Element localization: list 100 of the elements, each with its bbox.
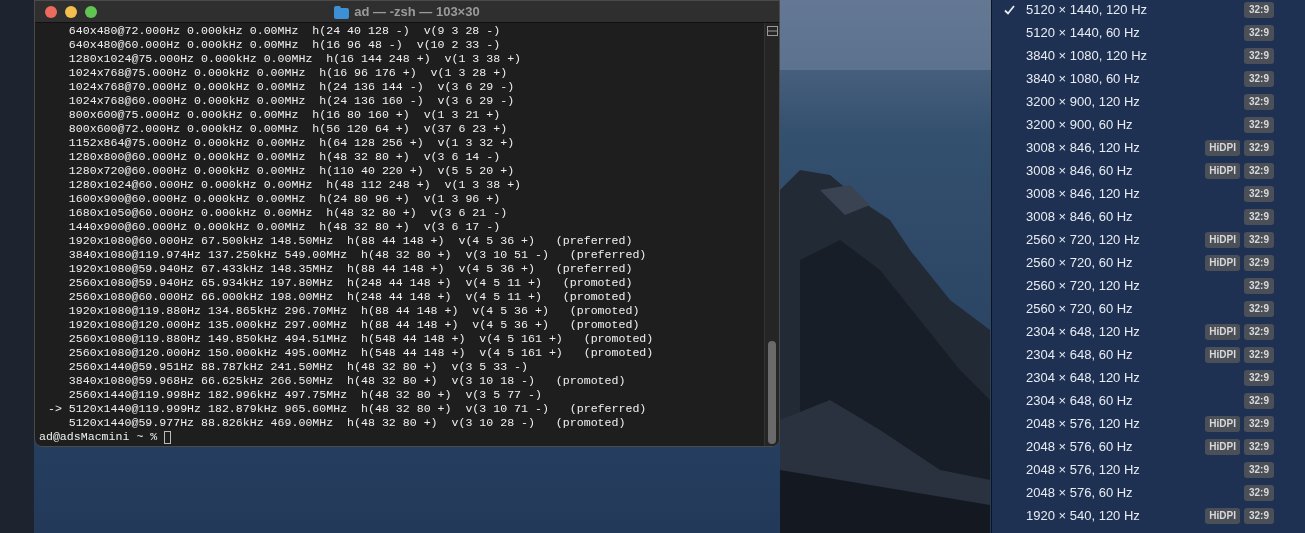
terminal-line: 800x600@72.000Hz 0.000kHz 0.00MHz h(56 120 64 +) v(37 6 23 +) [67,122,508,136]
terminal-line: 640x480@72.000Hz 0.000kHz 0.00MHz h(24 40 128 -) v(9 3 28 -) [67,24,501,38]
split-pane-icon[interactable] [767,26,778,36]
menu-item-label: 5120 × 1440, 120 Hz [1026,0,1149,19]
menu-item[interactable]: 2304 × 648, 60 Hz HiDPI 32:9 [992,343,1305,366]
terminal-line: 1600x900@60.000Hz 0.000kHz 0.00MHz h(24 80 96 +) v(1 3 96 +) [67,192,501,206]
menu-item[interactable]: 2048 × 576, 60 Hz 32:9 [992,481,1305,504]
menu-item-label: 3008 × 846, 120 Hz [1026,138,1141,157]
menu-item[interactable]: 3200 × 900, 60 Hz 32:9 [992,113,1305,136]
tag: 32:9 [1244,277,1274,294]
menu-item[interactable]: 2560 × 720, 120 Hz HiDPI 32:9 [992,228,1305,251]
tag: HiDPI [1205,254,1240,271]
window-title: ad — -zsh — 103×30 [354,3,480,22]
menu-item[interactable]: 2048 × 576, 120 Hz HiDPI 32:9 [992,412,1305,435]
menu-item[interactable]: 3840 × 1080, 60 Hz 32:9 [992,67,1305,90]
tag: HiDPI [1205,415,1240,432]
tag: 32:9 [1244,116,1274,133]
tag: HiDPI [1205,346,1240,363]
menu-item[interactable]: 3840 × 1080, 120 Hz 32:9 [992,44,1305,67]
menu-item-label: 3008 × 846, 60 Hz [1026,161,1134,180]
shell-prompt: ad@adsMacmini ~ % [39,430,158,444]
terminal-line: 2560x1080@59.940Hz 65.934kHz 197.80MHz h(248 44 148 +) v(4 5 11 +) (promoted) [67,276,633,290]
tag: 32:9 [1244,162,1274,179]
tag: HiDPI [1205,139,1240,156]
menu-item[interactable]: 2560 × 720, 60 Hz 32:9 [992,297,1305,320]
terminal-line: 2560x1440@59.951Hz 88.787kHz 241.50MHz h(48 32 80 +) v(3 5 33 -) [67,360,529,374]
tag: 32:9 [1244,185,1274,202]
minimize-button[interactable] [65,5,77,18]
menu-item[interactable]: 2304 × 648, 60 Hz 32:9 [992,389,1305,412]
terminal-line: 1920x1080@60.000Hz 67.500kHz 148.50MHz h(88 44 148 +) v(4 5 36 +) (preferred) [67,234,633,248]
menu-item[interactable]: 2560 × 720, 120 Hz 32:9 [992,274,1305,297]
tag: 32:9 [1244,438,1274,455]
menu-item[interactable]: 2048 × 576, 120 Hz 32:9 [992,458,1305,481]
menu-item-label: 3840 × 1080, 120 Hz [1026,46,1149,65]
zoom-button[interactable] [85,5,97,18]
terminal-line: 1152x864@75.000Hz 0.000kHz 0.00MHz h(64 128 256 +) v(1 3 32 +) [67,136,515,150]
tag: 32:9 [1244,208,1274,225]
tag: 32:9 [1244,392,1274,409]
terminal-line: 2560x1080@119.880Hz 149.850kHz 494.51MHz h(548 44 148 +) v(4 5 161 +) (promoted) [67,332,654,346]
tag: HiDPI [1205,507,1240,524]
menu-item-label: 2048 × 576, 120 Hz [1026,414,1141,433]
menu-item[interactable]: 3008 × 846, 120 Hz 32:9 [992,182,1305,205]
close-button[interactable] [45,5,57,18]
terminal-line: 5120x1440@59.977Hz 88.826kHz 469.00MHz h(48 32 80 +) v(3 10 28 -) (promoted) [67,416,626,430]
menu-item-label: 2048 × 576, 60 Hz [1026,483,1134,502]
menu-item[interactable]: 3008 × 846, 60 Hz 32:9 [992,205,1305,228]
tag: 32:9 [1244,369,1274,386]
scrollbar[interactable] [764,23,779,446]
menu-item-label: 2304 × 648, 120 Hz [1026,322,1141,341]
menu-item-label: 5120 × 1440, 60 Hz [1026,23,1141,42]
tag: HiDPI [1205,162,1240,179]
menu-item[interactable]: 3008 × 846, 120 Hz HiDPI 32:9 [992,136,1305,159]
tag: 32:9 [1244,507,1274,524]
tag: 32:9 [1244,231,1274,248]
menu-item[interactable]: 2304 × 648, 120 Hz 32:9 [992,366,1305,389]
menu-item[interactable]: 1920 × 540, 120 Hz HiDPI 32:9 [992,504,1305,527]
terminal-line: 3840x1080@119.974Hz 137.250kHz 549.00MHz h(48 32 80 +) v(3 10 51 -) (preferred) [67,248,647,262]
tag: 32:9 [1244,47,1274,64]
tag: 32:9 [1244,254,1274,271]
menu-item[interactable]: 2560 × 720, 60 Hz HiDPI 32:9 [992,251,1305,274]
tag: 32:9 [1244,461,1274,478]
menu-item[interactable]: 3200 × 900, 120 Hz 32:9 [992,90,1305,113]
menu-item-label: 2304 × 648, 60 Hz [1026,345,1134,364]
scroll-thumb[interactable] [768,341,776,444]
menu-item-label: 2560 × 720, 120 Hz [1026,230,1141,249]
terminal-line: 1680x1050@60.000Hz 0.000kHz 0.00MHz h(48 32 80 +) v(3 6 21 -) [67,206,508,220]
menu-item[interactable]: 5120 × 1440, 60 Hz 32:9 [992,21,1305,44]
terminal-line: 1280x720@60.000Hz 0.000kHz 0.00MHz h(110 40 220 +) v(5 5 20 +) [67,164,515,178]
terminal-line: 1920x1080@59.940Hz 67.433kHz 148.35MHz h(88 44 148 +) v(4 5 36 +) (preferred) [67,262,633,276]
terminal-line: 2560x1080@120.000Hz 150.000kHz 495.00MHz h(548 44 148 +) v(4 5 161 +) (promoted) [67,346,654,360]
menu-item-label: 2560 × 720, 60 Hz [1026,253,1134,272]
tag: 32:9 [1244,70,1274,87]
menu-item[interactable]: 3008 × 846, 60 Hz HiDPI 32:9 [992,159,1305,182]
terminal-line: 1920x1080@119.880Hz 134.865kHz 296.70MHz h(88 44 148 +) v(4 5 36 +) (promoted) [67,304,640,318]
menu-item-label: 3200 × 900, 120 Hz [1026,92,1141,111]
terminal-line: 1440x900@60.000Hz 0.000kHz 0.00MHz h(48 32 80 +) v(3 6 17 -) [67,220,501,234]
menu-item[interactable]: 2304 × 648, 120 Hz HiDPI 32:9 [992,320,1305,343]
tag: HiDPI [1205,438,1240,455]
terminal-line: 1280x1024@60.000Hz 0.000kHz 0.00MHz h(48 112 248 +) v(1 3 38 +) [67,178,522,192]
terminal-line: 2560x1440@119.998Hz 182.996kHz 497.75MHz h(48 32 80 +) v(3 5 77 -) [67,388,542,402]
tag: 32:9 [1244,323,1274,340]
menu-item-label: 2560 × 720, 120 Hz [1026,276,1141,295]
terminal-line: 1920x1080@120.000Hz 135.000kHz 297.00MHz h(88 44 148 +) v(4 5 36 +) (promoted) [67,318,640,332]
tag: 32:9 [1244,93,1274,110]
menu-item-label: 1920 × 540, 120 Hz [1026,506,1141,525]
menu-item-label: 2560 × 720, 60 Hz [1026,299,1134,318]
menu-item-label: 3008 × 846, 60 Hz [1026,207,1134,226]
folder-icon [334,5,350,19]
menu-item[interactable]: 2048 × 576, 60 Hz HiDPI 32:9 [992,435,1305,458]
terminal-line: 640x480@60.000Hz 0.000kHz 0.00MHz h(16 96 48 -) v(10 2 33 -) [67,38,501,52]
menu-item[interactable]: 5120 × 1440, 120 Hz 32:9 [992,0,1305,21]
menu-item-label: 3840 × 1080, 60 Hz [1026,69,1141,88]
menu-item-label: 2048 × 576, 60 Hz [1026,437,1134,456]
tag: 32:9 [1244,139,1274,156]
tag: 32:9 [1244,1,1274,18]
terminal-line: 1280x800@60.000Hz 0.000kHz 0.00MHz h(48 32 80 +) v(3 6 14 -) [67,150,501,164]
tag: 32:9 [1244,484,1274,501]
terminal-line: 1280x1024@75.000Hz 0.000kHz 0.00MHz h(16 144 248 +) v(1 3 38 +) [67,52,522,66]
tag: HiDPI [1205,323,1240,340]
menu-item-label: 3008 × 846, 120 Hz [1026,184,1141,203]
